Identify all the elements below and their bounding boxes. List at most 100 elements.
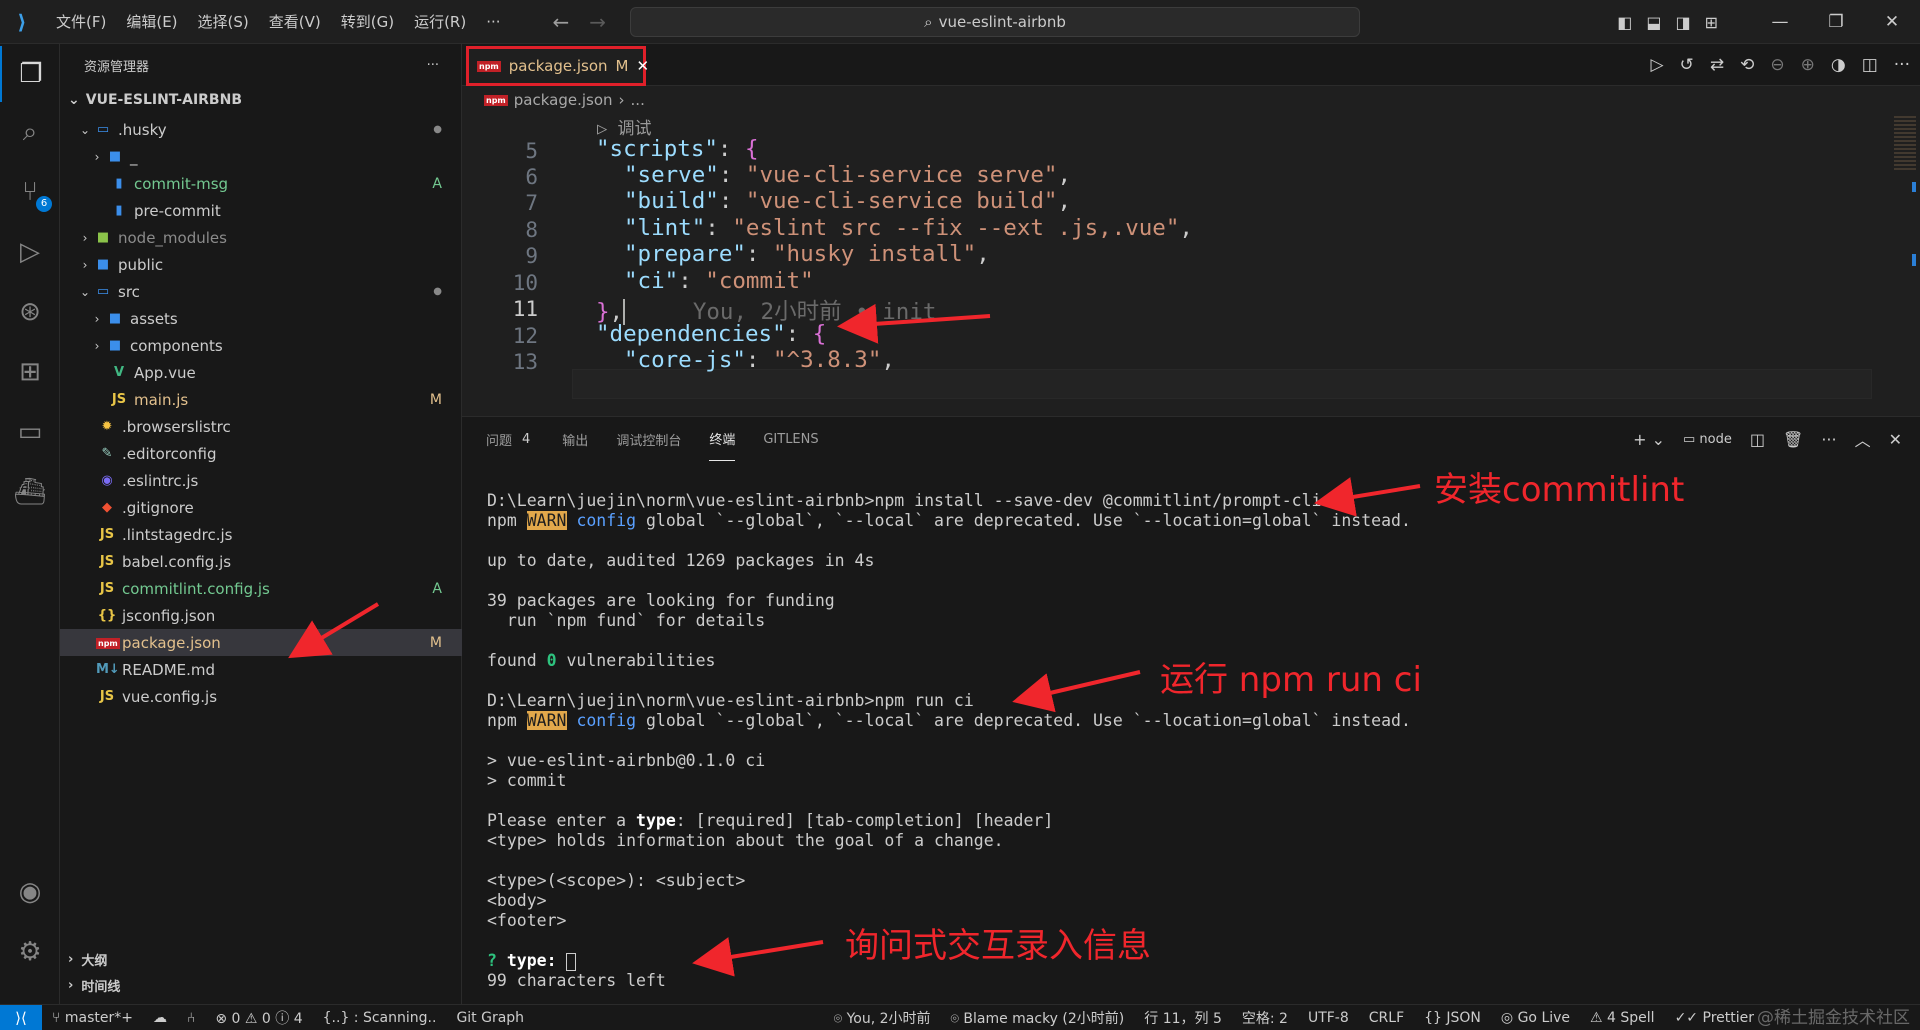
go-live-button[interactable]: ◎ Go Live [1491,1010,1580,1026]
tab-output[interactable]: 输出 [562,418,588,461]
blame-indicator[interactable]: ⌾ Blame macky (2小时前) [941,1008,1135,1028]
terminal-shell-selector[interactable]: ▭ node [1683,432,1732,447]
close-panel-icon[interactable]: ✕ [1889,430,1902,449]
problems-indicator[interactable]: ⊗ 0 ⚠ 0 ⓘ 4 [205,1008,312,1028]
minimap[interactable] [1892,114,1920,416]
tree-item-main-js[interactable]: JS main.js M [60,386,462,413]
menu-more[interactable]: ··· [476,0,510,44]
git-commit-next-icon[interactable]: ⊕ [1801,55,1815,75]
git-commit-prev-icon[interactable]: ⊖ [1770,55,1784,75]
remote-indicator-icon[interactable]: ⟩⟨ [0,1004,42,1030]
tree-item-package-json[interactable]: npm package.json M [60,629,462,656]
project-header[interactable]: ⌄ VUE-ESLINT-AIRBNB [60,86,461,114]
tree-item-underscore[interactable]: › ■ _ [60,143,462,170]
history-icon[interactable]: ↺ [1680,55,1694,75]
customize-layout-icon[interactable]: ⊞ [1705,13,1718,32]
tree-item-gitignore[interactable]: ◆ .gitignore [60,494,462,521]
remote-explorer-icon[interactable]: ▭ [0,404,60,460]
accounts-icon[interactable]: ◉ [0,864,60,920]
tree-item-eslintrc[interactable]: ◉ .eslintrc.js [60,467,462,494]
end-of-line[interactable]: CRLF [1359,1010,1414,1026]
tab-debug-console[interactable]: 调试控制台 [616,418,681,461]
tree-item-app-vue[interactable]: V App.vue [60,359,462,386]
tree-item-babel-config[interactable]: JS babel.config.js [60,548,462,575]
git-graph-button[interactable]: Git Graph [446,1010,534,1026]
menu-run[interactable]: 运行(R) [404,0,476,44]
search-icon[interactable]: ⌕ [0,104,60,160]
menu-view[interactable]: 查看(V) [259,0,331,44]
tree-item-husky[interactable]: ⌄ ▭ .husky ● [60,116,462,143]
maximize-panel-icon[interactable]: ︿ [1855,427,1871,451]
docker-icon[interactable]: ⛴ [0,464,60,520]
prettier-indicator[interactable]: ✓✓ Prettier [1665,1010,1764,1026]
trash-icon[interactable]: 🗑 [1783,430,1803,449]
scanning-indicator[interactable]: {..} : Scanning.. [313,1010,447,1026]
tab-package-json[interactable]: npm package.json M ✕ [466,46,649,86]
source-control-icon[interactable]: ⑂ 6 [0,164,60,220]
tree-item-components[interactable]: › ■ components [60,332,462,359]
code-editor[interactable]: ▷ 调试 5 6 7 8 9 10 11 12 13 "scripts": { … [462,114,1892,416]
split-editor-icon[interactable]: ◫ [1862,55,1878,75]
debug-codelens[interactable]: ▷ 调试 [597,114,651,139]
sync-icon[interactable]: ☁ [143,1010,177,1026]
tree-item-public[interactable]: › ■ public [60,251,462,278]
tree-item-readme[interactable]: M↓ README.md [60,656,462,683]
gitlens-inspect-icon[interactable]: ◑ [1831,55,1846,75]
minimize-button[interactable]: — [1752,12,1808,32]
tab-terminal[interactable]: 终端 [709,417,736,461]
tab-problems[interactable]: 问题 [486,418,512,461]
encoding[interactable]: UTF-8 [1298,1010,1359,1026]
close-window-button[interactable]: ✕ [1864,12,1920,32]
extensions-icon[interactable]: ⊞ [0,344,60,400]
tree-item-vue-config[interactable]: JS vue.config.js [60,683,462,710]
menu-go[interactable]: 转到(G) [331,0,404,44]
tab-gitlens[interactable]: GITLENS [763,420,818,459]
menu-edit[interactable]: 编辑(E) [116,0,187,44]
gitlens-icon[interactable]: ⊛ [0,284,60,340]
more-actions-icon[interactable]: ··· [1894,55,1910,75]
menu-selection[interactable]: 选择(S) [188,0,259,44]
tree-item-node-modules[interactable]: › ■ node_modules [60,224,462,251]
split-terminal-icon[interactable]: ◫ [1750,430,1765,449]
run-icon[interactable]: ▷ [1651,55,1664,75]
current-line-highlight [572,369,1872,399]
tree-item-assets[interactable]: › ■ assets [60,305,462,332]
toggle-sidebar-icon[interactable]: ◧ [1617,13,1632,32]
explorer-icon[interactable]: ❐ [0,46,60,102]
timeline-label: 时间线 [81,979,121,995]
menu-file[interactable]: 文件(F) [46,0,116,44]
command-center-search[interactable]: ⌕ vue-eslint-airbnb [630,7,1360,37]
language-mode[interactable]: {} JSON [1414,1010,1491,1026]
settings-gear-icon[interactable]: ⚙ [0,924,60,980]
new-terminal-icon[interactable]: + ⌄ [1633,430,1665,449]
explorer-more-button[interactable]: ··· [427,58,439,73]
branch-indicator[interactable]: ⑂ master*+ [42,1010,143,1026]
cursor-position[interactable]: 行 11，列 5 [1134,1008,1232,1028]
outline-section[interactable]: › 大纲 [60,946,462,972]
timeline-section[interactable]: › 时间线 [60,972,462,998]
close-icon[interactable]: ✕ [636,57,649,75]
breadcrumb-symbol[interactable]: ... [631,91,645,109]
tree-item-browserslistrc[interactable]: ✹ .browserslistrc [60,413,462,440]
back-arrow-icon[interactable]: ← [553,10,570,34]
tree-item-pre-commit[interactable]: ▮ pre-commit [60,197,462,224]
tree-item-lintstagedrc[interactable]: JS .lintstagedrc.js [60,521,462,548]
spell-check-indicator[interactable]: ⚠ 4 Spell [1580,1010,1665,1026]
toggle-panel-icon[interactable]: ⬓ [1646,13,1661,32]
compare-changes-icon[interactable]: ⇄ [1710,55,1724,75]
git-back-icon[interactable]: ⟲ [1740,55,1754,75]
forward-arrow-icon[interactable]: → [589,10,606,34]
blame-author[interactable]: ⌾ You, 2小时前 [824,1008,941,1028]
toggle-secondary-sidebar-icon[interactable]: ◨ [1675,13,1690,32]
run-debug-icon[interactable]: ▷ [0,224,60,280]
breadcrumb-file[interactable]: package.json [514,91,613,109]
tree-item-commitlint-config[interactable]: JS commitlint.config.js A [60,575,462,602]
indentation[interactable]: 空格: 2 [1232,1008,1298,1028]
restore-button[interactable]: ❐ [1808,12,1864,32]
tree-item-jsconfig[interactable]: {} jsconfig.json [60,602,462,629]
tree-item-editorconfig[interactable]: ✎ .editorconfig [60,440,462,467]
tree-item-commit-msg[interactable]: ▮ commit-msg A [60,170,462,197]
tree-item-src[interactable]: ⌄ ▭ src ● [60,278,462,305]
more-actions-icon[interactable]: ··· [1821,430,1836,449]
gitlens-status-icon[interactable]: ⑃ [177,1010,205,1026]
